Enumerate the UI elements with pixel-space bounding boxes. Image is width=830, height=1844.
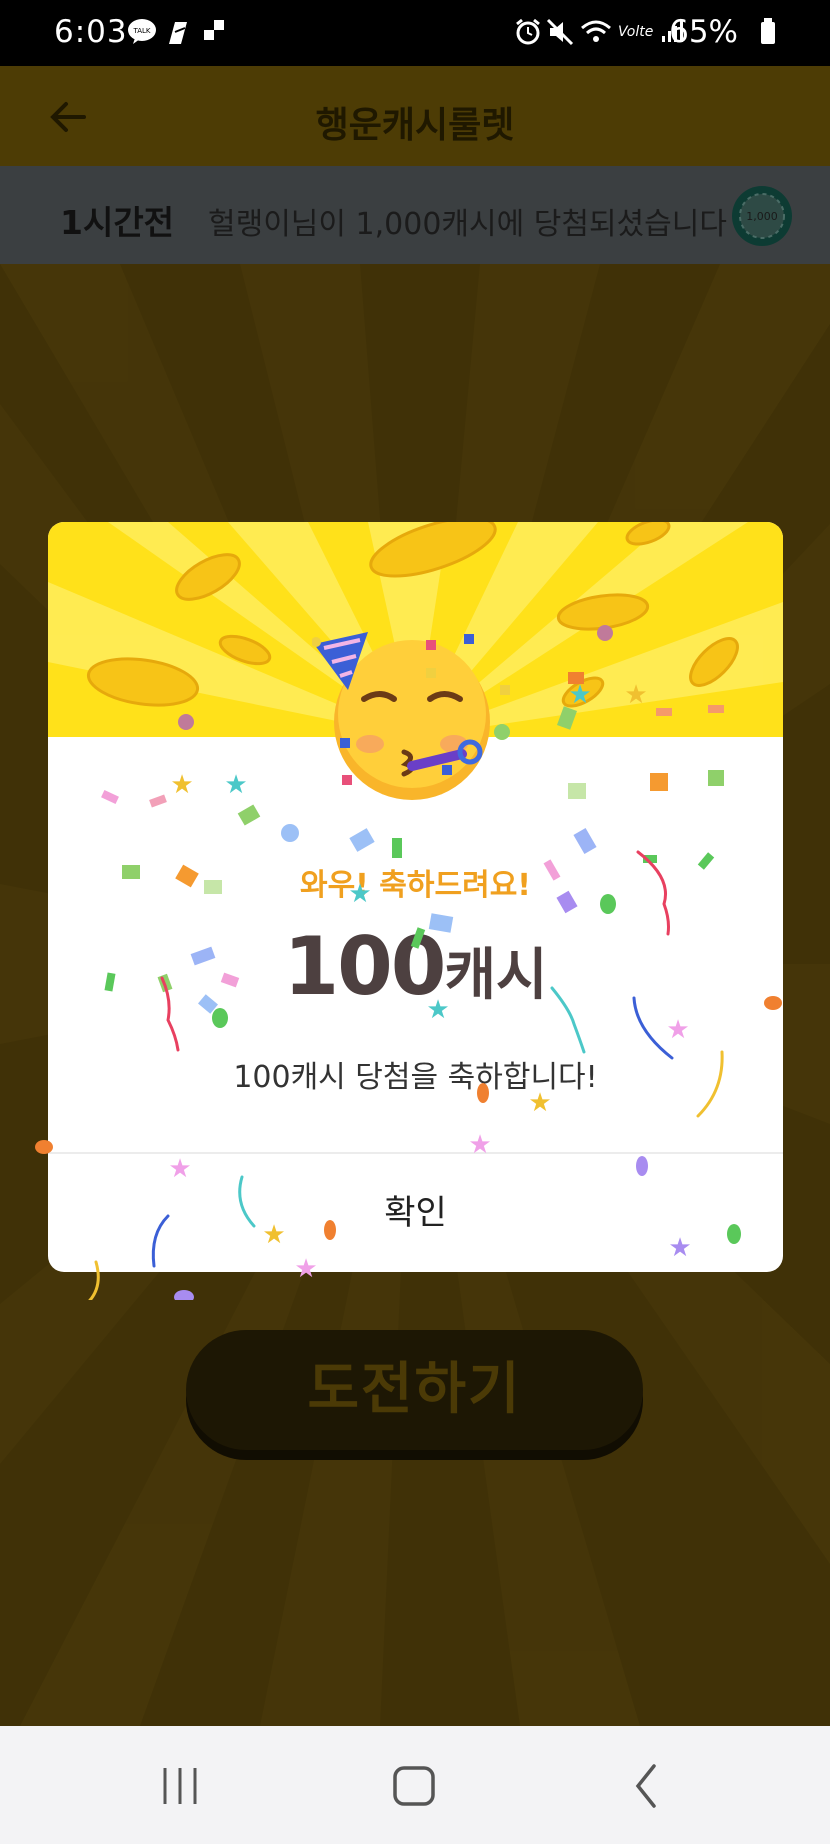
nav-back-icon[interactable] bbox=[616, 1756, 676, 1816]
app-bar: 행운캐시룰렛 bbox=[0, 66, 830, 166]
coin-badge-icon: 1,000 bbox=[732, 186, 792, 246]
page-title: 행운캐시룰렛 bbox=[315, 105, 515, 146]
recent-apps-icon[interactable] bbox=[150, 1756, 210, 1816]
svg-text:TALK: TALK bbox=[132, 27, 150, 35]
reward-amount-unit: 캐시 bbox=[444, 943, 548, 1008]
status-bar: 6:03 TALK Volte 65% bbox=[0, 0, 830, 66]
svg-text:Volte: Volte bbox=[618, 24, 653, 40]
reward-amount: 100캐시 bbox=[48, 920, 783, 1013]
winner-ticker: 1시간전 헐랭이님이 1,000캐시에 당첨되셨습니다 bbox=[0, 166, 830, 264]
dialog-description: 100캐시 당첨을 축하합니다! bbox=[233, 1060, 598, 1095]
alarm-icon bbox=[516, 18, 540, 45]
challenge-button[interactable]: 도전하기 bbox=[186, 1330, 643, 1450]
reward-amount-number: 100 bbox=[283, 920, 446, 1013]
kakaotalk-icon: TALK bbox=[128, 19, 156, 44]
challenge-button-label: 도전하기 bbox=[307, 1357, 522, 1422]
volte-icon: Volte bbox=[618, 24, 653, 40]
app-icon bbox=[204, 20, 224, 40]
battery-percent: 65% bbox=[669, 14, 738, 50]
ticker-time: 1시간전 bbox=[60, 203, 175, 242]
reward-dialog: 와우! 축하드려요! 100캐시 100캐시 당첨을 축하합니다! 확인 bbox=[48, 522, 783, 1272]
wifi-icon bbox=[581, 20, 611, 42]
mute-icon bbox=[546, 18, 574, 46]
ticker-message: 헐랭이님이 1,000캐시에 당첨되셨습니다 bbox=[208, 207, 727, 242]
battery-icon bbox=[761, 18, 775, 44]
notification-icon bbox=[169, 22, 187, 44]
dialog-subtitle: 와우! 축하드려요! bbox=[299, 868, 531, 903]
system-nav-bar bbox=[0, 1726, 830, 1844]
status-time: 6:03 bbox=[54, 14, 128, 50]
coin-badge-label: 1,000 bbox=[746, 210, 778, 223]
home-icon[interactable] bbox=[384, 1756, 444, 1816]
partying-face-icon bbox=[312, 632, 490, 800]
confirm-button[interactable]: 확인 bbox=[48, 1154, 783, 1272]
